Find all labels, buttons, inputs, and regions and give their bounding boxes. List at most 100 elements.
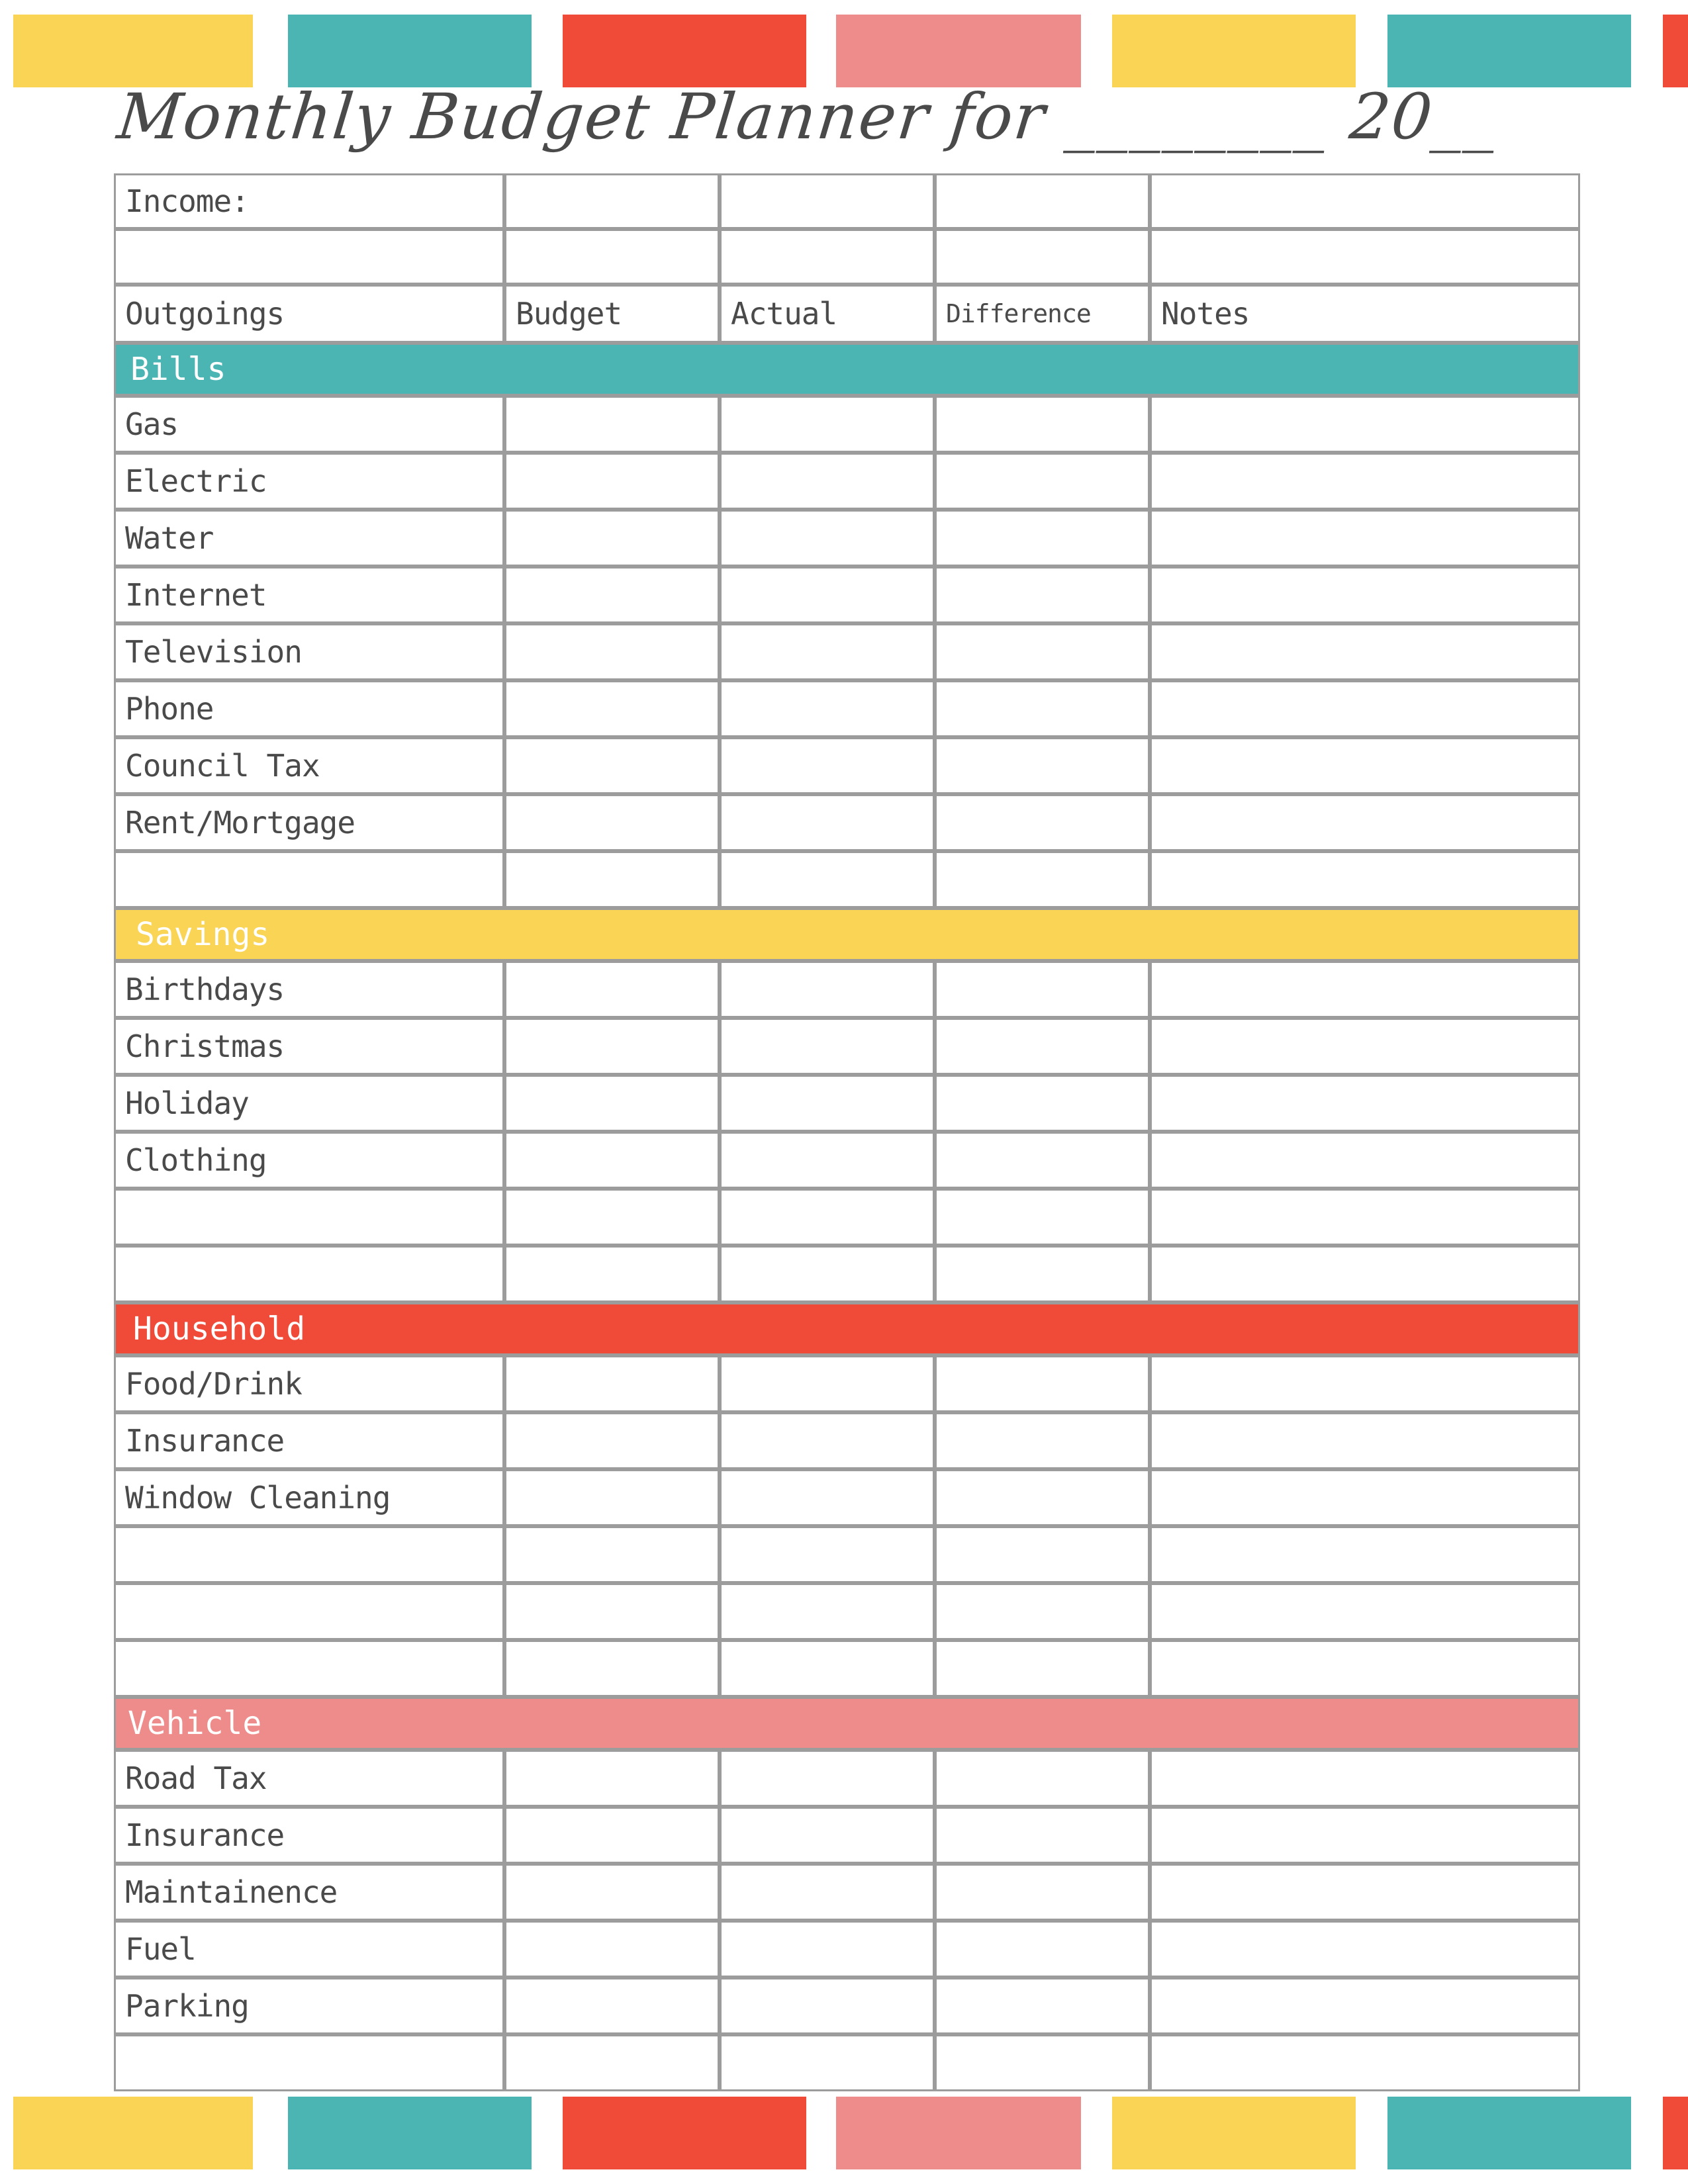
savings-3-notes-cell[interactable] <box>1150 1132 1580 1189</box>
bills-blank-0-notes-cell[interactable] <box>1150 851 1580 908</box>
income-difference-cell[interactable] <box>935 173 1150 229</box>
household-0-notes-cell[interactable] <box>1150 1355 1580 1412</box>
bills-7-difference-cell[interactable] <box>935 794 1150 851</box>
household-blank-0-difference-cell[interactable] <box>935 1526 1150 1583</box>
bills-2-actual-cell[interactable] <box>720 510 935 567</box>
household-blank-2-actual-cell[interactable] <box>720 1640 935 1697</box>
vehicle-2-difference-cell[interactable] <box>935 1864 1150 1921</box>
vehicle-3-notes-cell[interactable] <box>1150 1921 1580 1978</box>
income-blank-budget-cell[interactable] <box>504 229 720 285</box>
household-1-actual-cell[interactable] <box>720 1412 935 1469</box>
bills-2-difference-cell[interactable] <box>935 510 1150 567</box>
vehicle-1-budget-cell[interactable] <box>504 1807 720 1864</box>
household-blank-1-budget-cell[interactable] <box>504 1583 720 1640</box>
bills-4-notes-cell[interactable] <box>1150 623 1580 680</box>
household-0-budget-cell[interactable] <box>504 1355 720 1412</box>
bills-3-notes-cell[interactable] <box>1150 567 1580 623</box>
savings-blank-1-actual-cell[interactable] <box>720 1246 935 1302</box>
bills-5-actual-cell[interactable] <box>720 680 935 737</box>
row-label-blank-savings-0[interactable] <box>114 1189 504 1246</box>
vehicle-blank-0-budget-cell[interactable] <box>504 2034 720 2091</box>
savings-0-difference-cell[interactable] <box>935 961 1150 1018</box>
savings-blank-0-notes-cell[interactable] <box>1150 1189 1580 1246</box>
vehicle-4-actual-cell[interactable] <box>720 1978 935 2034</box>
bills-4-difference-cell[interactable] <box>935 623 1150 680</box>
household-blank-0-actual-cell[interactable] <box>720 1526 935 1583</box>
income-budget-cell[interactable] <box>504 173 720 229</box>
bills-7-budget-cell[interactable] <box>504 794 720 851</box>
household-blank-1-actual-cell[interactable] <box>720 1583 935 1640</box>
savings-0-budget-cell[interactable] <box>504 961 720 1018</box>
savings-1-actual-cell[interactable] <box>720 1018 935 1075</box>
vehicle-1-difference-cell[interactable] <box>935 1807 1150 1864</box>
vehicle-3-budget-cell[interactable] <box>504 1921 720 1978</box>
household-2-budget-cell[interactable] <box>504 1469 720 1526</box>
vehicle-0-budget-cell[interactable] <box>504 1750 720 1807</box>
household-blank-0-notes-cell[interactable] <box>1150 1526 1580 1583</box>
bills-6-budget-cell[interactable] <box>504 737 720 794</box>
bills-7-actual-cell[interactable] <box>720 794 935 851</box>
savings-3-budget-cell[interactable] <box>504 1132 720 1189</box>
savings-blank-0-budget-cell[interactable] <box>504 1189 720 1246</box>
bills-5-notes-cell[interactable] <box>1150 680 1580 737</box>
vehicle-blank-0-actual-cell[interactable] <box>720 2034 935 2091</box>
savings-blank-0-actual-cell[interactable] <box>720 1189 935 1246</box>
row-label-blank-household-2[interactable] <box>114 1640 504 1697</box>
bills-0-actual-cell[interactable] <box>720 396 935 453</box>
bills-0-notes-cell[interactable] <box>1150 396 1580 453</box>
household-blank-2-notes-cell[interactable] <box>1150 1640 1580 1697</box>
income-notes-cell[interactable] <box>1150 173 1580 229</box>
vehicle-3-actual-cell[interactable] <box>720 1921 935 1978</box>
bills-4-actual-cell[interactable] <box>720 623 935 680</box>
household-1-budget-cell[interactable] <box>504 1412 720 1469</box>
vehicle-4-budget-cell[interactable] <box>504 1978 720 2034</box>
bills-1-difference-cell[interactable] <box>935 453 1150 510</box>
income-actual-cell[interactable] <box>720 173 935 229</box>
bills-5-budget-cell[interactable] <box>504 680 720 737</box>
income-blank-difference-cell[interactable] <box>935 229 1150 285</box>
vehicle-4-notes-cell[interactable] <box>1150 1978 1580 2034</box>
bills-6-notes-cell[interactable] <box>1150 737 1580 794</box>
bills-blank-0-actual-cell[interactable] <box>720 851 935 908</box>
household-blank-1-notes-cell[interactable] <box>1150 1583 1580 1640</box>
household-1-notes-cell[interactable] <box>1150 1412 1580 1469</box>
vehicle-blank-0-difference-cell[interactable] <box>935 2034 1150 2091</box>
bills-1-actual-cell[interactable] <box>720 453 935 510</box>
savings-1-budget-cell[interactable] <box>504 1018 720 1075</box>
savings-blank-0-difference-cell[interactable] <box>935 1189 1150 1246</box>
row-label-blank-savings-1[interactable] <box>114 1246 504 1302</box>
household-2-notes-cell[interactable] <box>1150 1469 1580 1526</box>
bills-blank-0-difference-cell[interactable] <box>935 851 1150 908</box>
vehicle-2-notes-cell[interactable] <box>1150 1864 1580 1921</box>
savings-3-actual-cell[interactable] <box>720 1132 935 1189</box>
savings-blank-1-difference-cell[interactable] <box>935 1246 1150 1302</box>
vehicle-0-actual-cell[interactable] <box>720 1750 935 1807</box>
bills-7-notes-cell[interactable] <box>1150 794 1580 851</box>
bills-3-difference-cell[interactable] <box>935 567 1150 623</box>
row-label-blank-household-1[interactable] <box>114 1583 504 1640</box>
bills-3-actual-cell[interactable] <box>720 567 935 623</box>
row-label-blank-vehicle-0[interactable] <box>114 2034 504 2091</box>
savings-0-notes-cell[interactable] <box>1150 961 1580 1018</box>
bills-6-actual-cell[interactable] <box>720 737 935 794</box>
savings-2-budget-cell[interactable] <box>504 1075 720 1132</box>
vehicle-0-notes-cell[interactable] <box>1150 1750 1580 1807</box>
vehicle-1-actual-cell[interactable] <box>720 1807 935 1864</box>
bills-0-difference-cell[interactable] <box>935 396 1150 453</box>
vehicle-4-difference-cell[interactable] <box>935 1978 1150 2034</box>
vehicle-2-budget-cell[interactable] <box>504 1864 720 1921</box>
bills-blank-0-budget-cell[interactable] <box>504 851 720 908</box>
savings-blank-1-budget-cell[interactable] <box>504 1246 720 1302</box>
household-2-difference-cell[interactable] <box>935 1469 1150 1526</box>
income-blank-actual-cell[interactable] <box>720 229 935 285</box>
savings-3-difference-cell[interactable] <box>935 1132 1150 1189</box>
row-label-blank-household-0[interactable] <box>114 1526 504 1583</box>
savings-1-notes-cell[interactable] <box>1150 1018 1580 1075</box>
bills-2-notes-cell[interactable] <box>1150 510 1580 567</box>
savings-1-difference-cell[interactable] <box>935 1018 1150 1075</box>
household-blank-0-budget-cell[interactable] <box>504 1526 720 1583</box>
bills-5-difference-cell[interactable] <box>935 680 1150 737</box>
bills-1-budget-cell[interactable] <box>504 453 720 510</box>
income-blank-notes-cell[interactable] <box>1150 229 1580 285</box>
household-blank-2-difference-cell[interactable] <box>935 1640 1150 1697</box>
